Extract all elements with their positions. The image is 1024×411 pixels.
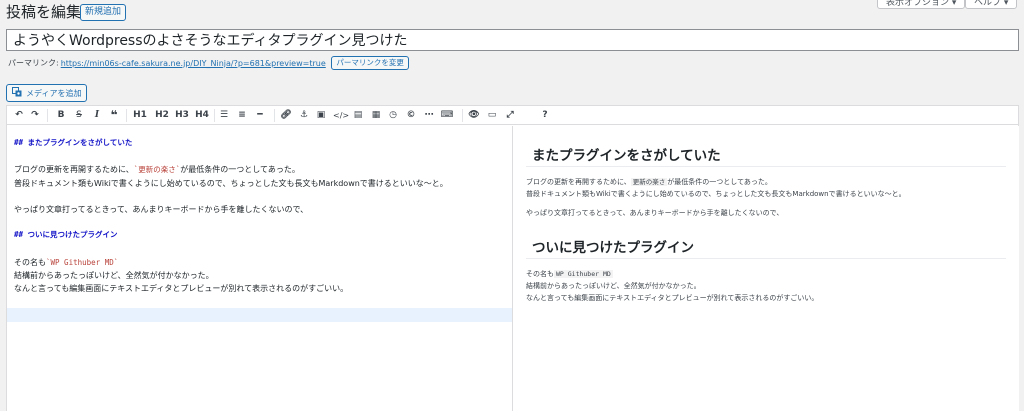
md-line-4: やっぱり文章打ってるときって、あんまりキーボードから手を離したくないので、 <box>14 205 309 214</box>
fullscreen-icon[interactable]: ⤢ <box>504 106 516 125</box>
preview-paragraph-3: やっぱり文章打ってるときって、あんまりキーボードから手を離したくないので、 <box>526 209 784 217</box>
preview-icon[interactable]: 👁︎ <box>468 106 480 125</box>
change-permalink-button[interactable]: パーマリンクを変更 <box>331 56 409 70</box>
md-line-3: 普段ドキュメント類もWikiで書くようにし始めているので、ちょっとした文も長文も… <box>14 179 448 188</box>
h1-button[interactable]: H1 <box>132 106 148 125</box>
italic-icon[interactable]: I <box>91 106 103 125</box>
preview-paragraph-5: 結構前からあったっぽいけど、全然気が付かなかった。 <box>526 282 701 290</box>
h3-button[interactable]: H3 <box>174 106 190 125</box>
media-icon <box>12 87 23 99</box>
h2-button[interactable]: H2 <box>154 106 170 125</box>
bold-icon[interactable]: B <box>55 106 67 125</box>
link-icon[interactable]: 🔗︎ <box>280 106 292 125</box>
add-new-button[interactable]: 新規追加 <box>80 4 127 21</box>
anchor-icon[interactable]: ⚓︎ <box>298 106 310 125</box>
monitor-icon[interactable]: ▭ <box>486 106 498 125</box>
permalink-url[interactable]: https://min06s-cafe.sakura.ne.jp/DIY_Nin… <box>61 59 326 68</box>
preview-paragraph-6: なんと言っても編集画面にテキストエディタとプレビューが別れて表示されるのがすごい… <box>526 294 819 302</box>
code-icon[interactable]: </> <box>333 106 349 125</box>
md-heading-2: ## ついに見つけたプラグイン <box>14 230 118 239</box>
markdown-editor: ↶ ↷ B S I ❝ H1 H2 H3 H4 ☰ ≡ ━ 🔗︎ ⚓︎ ▣ </… <box>6 105 1019 411</box>
active-line-highlight <box>7 308 512 322</box>
undo-icon[interactable]: ↶ <box>13 106 25 125</box>
add-media-button[interactable]: メディアを追加 <box>6 84 88 102</box>
strikethrough-icon[interactable]: S <box>73 106 85 125</box>
preview-paragraph-2: 普段ドキュメント類もWikiで書くようにし始めているので、ちょっとした文も長文も… <box>526 190 906 198</box>
redo-icon[interactable]: ↷ <box>29 106 41 125</box>
bullet-list-icon[interactable]: ☰ <box>218 106 230 125</box>
markdown-pane[interactable]: ## またプラグインをさがしていた ブログの更新を再開するために、`更新の楽さ`… <box>7 126 513 411</box>
preview-divider <box>526 258 1006 259</box>
preview-pane: またプラグインをさがしていた ブログの更新を再開するために、 更新の楽さ が最低条件… <box>514 126 1019 411</box>
code-block-icon[interactable]: ▤ <box>352 106 364 125</box>
permalink-label: パーマリンク: <box>8 58 59 68</box>
md-heading-1: ## またプラグインをさがしていた <box>14 138 133 147</box>
clock-icon[interactable]: ◷ <box>387 106 399 125</box>
quote-icon[interactable]: ❝ <box>108 106 120 125</box>
editor-toolbar: ↶ ↷ B S I ❝ H1 H2 H3 H4 ☰ ≡ ━ 🔗︎ ⚓︎ ▣ </… <box>7 106 1018 125</box>
table-icon[interactable]: ▦ <box>370 106 382 125</box>
image-icon[interactable]: ▣ <box>315 106 327 125</box>
md-line-8: なんと言っても編集画面にテキストエディタとプレビューが別れて表示されるのがすごい… <box>14 284 349 293</box>
emoji-icon[interactable]: ⌨ <box>440 106 454 125</box>
post-title-input[interactable] <box>6 29 1019 51</box>
add-media-label: メディアを追加 <box>26 88 82 98</box>
page-title: 投稿を編集 <box>6 3 82 21</box>
h4-button[interactable]: H4 <box>194 106 210 125</box>
horizontal-rule-icon[interactable]: ━ <box>254 106 266 125</box>
preview-heading-1: またプラグインをさがしていた <box>532 148 721 164</box>
preview-paragraph-1: ブログの更新を再開するために、 更新の楽さ が最低条件の一つとしてあった。 <box>526 178 772 186</box>
top-bar: 投稿を編集 新規追加 表示オプション ▾ ヘルプ ▾ <box>0 0 1024 24</box>
preview-divider <box>526 166 1006 167</box>
numbered-list-icon[interactable]: ≡ <box>236 106 248 125</box>
permalink-row: パーマリンク: https://min06s-cafe.sakura.ne.jp/… <box>8 56 409 70</box>
md-line-2: ブログの更新を再開するために、`更新の楽さ`が最低条件の一つとしてあった。 <box>14 165 300 174</box>
md-line-7: 結構前からあったっぽいけど、全然気が付かなかった。 <box>14 271 214 280</box>
help-icon[interactable]: ? <box>539 106 551 125</box>
preview-heading-2: ついに見つけたプラグイン <box>532 240 694 256</box>
help-button[interactable]: ヘルプ ▾ <box>965 0 1018 9</box>
copyright-icon[interactable]: © <box>405 106 417 125</box>
preview-paragraph-4: その名も WP Githuber MD <box>526 270 613 278</box>
more-icon[interactable]: ⋯ <box>423 106 435 125</box>
screen-options-button[interactable]: 表示オプション ▾ <box>877 0 966 9</box>
md-line-6: その名も`WP Githuber MD` <box>14 258 119 267</box>
